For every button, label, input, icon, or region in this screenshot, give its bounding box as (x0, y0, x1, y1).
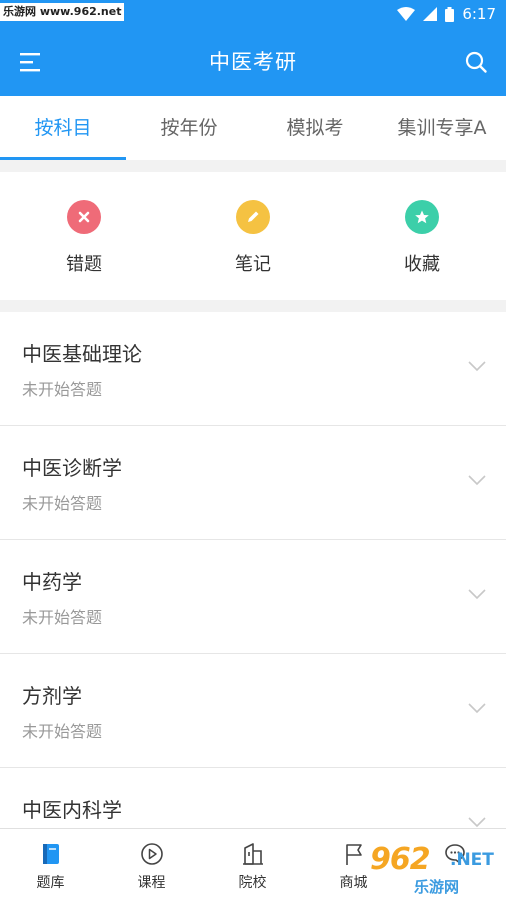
chevron-down-icon (468, 817, 486, 828)
watermark-suffix: .NET (450, 850, 494, 870)
subject-title: 中药学 (22, 570, 82, 594)
watermark-text: 乐游网 www.962.net (0, 3, 125, 21)
nav-label: 题库 (36, 875, 65, 891)
notes-button[interactable]: 笔记 (169, 172, 337, 300)
quick-actions: 错题 笔记 收藏 (0, 172, 506, 300)
watermark-logo: 962 .NET 乐游网 (370, 842, 502, 898)
chevron-down-icon (468, 361, 486, 372)
tab-by-subject[interactable]: 按科目 (0, 96, 126, 160)
status-bar: 乐游网 www.962.net 6:17 (0, 0, 506, 28)
nav-question-bank[interactable]: 题库 (0, 829, 101, 900)
nav-label: 院校 (238, 875, 267, 891)
list-item[interactable]: 中药学 未开始答题 (0, 540, 506, 654)
subject-title: 中医基础理论 (22, 342, 142, 366)
chevron-down-icon (468, 589, 486, 600)
wrong-questions-label: 错题 (66, 254, 102, 275)
signal-icon (423, 7, 438, 21)
tab-bar: 按科目 按年份 模拟考 集训专享A (0, 96, 506, 160)
chevron-down-icon (468, 475, 486, 486)
book-icon (43, 844, 59, 864)
tab-training-exclusive[interactable]: 集训专享A (378, 96, 506, 160)
nav-colleges[interactable]: 院校 (202, 829, 303, 900)
x-icon (67, 200, 101, 234)
subject-status: 未开始答题 (22, 608, 103, 627)
subject-status: 未开始答题 (22, 494, 103, 513)
building-icon (243, 843, 263, 865)
page-title: 中医考研 (209, 50, 297, 74)
subject-title: 中医诊断学 (22, 456, 122, 480)
status-icons: 6:17 (397, 0, 496, 28)
flag-icon (346, 844, 362, 865)
subject-list: 中医基础理论 未开始答题 中医诊断学 未开始答题 中药学 未开始答题 方剂学 未… (0, 312, 506, 828)
search-button[interactable] (464, 50, 488, 74)
tab-mock-exam[interactable]: 模拟考 (252, 96, 378, 160)
wifi-icon (397, 7, 416, 21)
clock: 6:17 (462, 5, 496, 23)
search-icon (465, 51, 487, 73)
subject-status: 未开始答题 (22, 722, 103, 741)
nav-label: 课程 (137, 875, 166, 891)
watermark-number: 962 (370, 842, 431, 877)
star-icon (405, 200, 439, 234)
notes-label: 笔记 (235, 254, 271, 275)
subject-title: 方剂学 (22, 684, 82, 708)
nav-courses[interactable]: 课程 (101, 829, 202, 900)
list-item[interactable]: 中医诊断学 未开始答题 (0, 426, 506, 540)
subject-title: 中医内科学 (22, 798, 122, 822)
tab-indicator (0, 157, 126, 160)
play-icon (141, 843, 163, 865)
chevron-down-icon (468, 703, 486, 714)
favorites-button[interactable]: 收藏 (338, 172, 506, 300)
pencil-icon (236, 200, 270, 234)
favorites-label: 收藏 (404, 254, 440, 275)
subject-status: 未开始答题 (22, 380, 103, 399)
tab-by-year[interactable]: 按年份 (126, 96, 252, 160)
list-item[interactable]: 中医基础理论 未开始答题 (0, 312, 506, 426)
app-bar: 中医考研 (0, 28, 506, 96)
list-item[interactable]: 方剂学 未开始答题 (0, 654, 506, 768)
watermark-text: 乐游网 (414, 878, 460, 896)
wrong-questions-button[interactable]: 错题 (0, 172, 168, 300)
battery-icon (445, 6, 455, 22)
list-item[interactable]: 中医内科学 (0, 768, 506, 828)
